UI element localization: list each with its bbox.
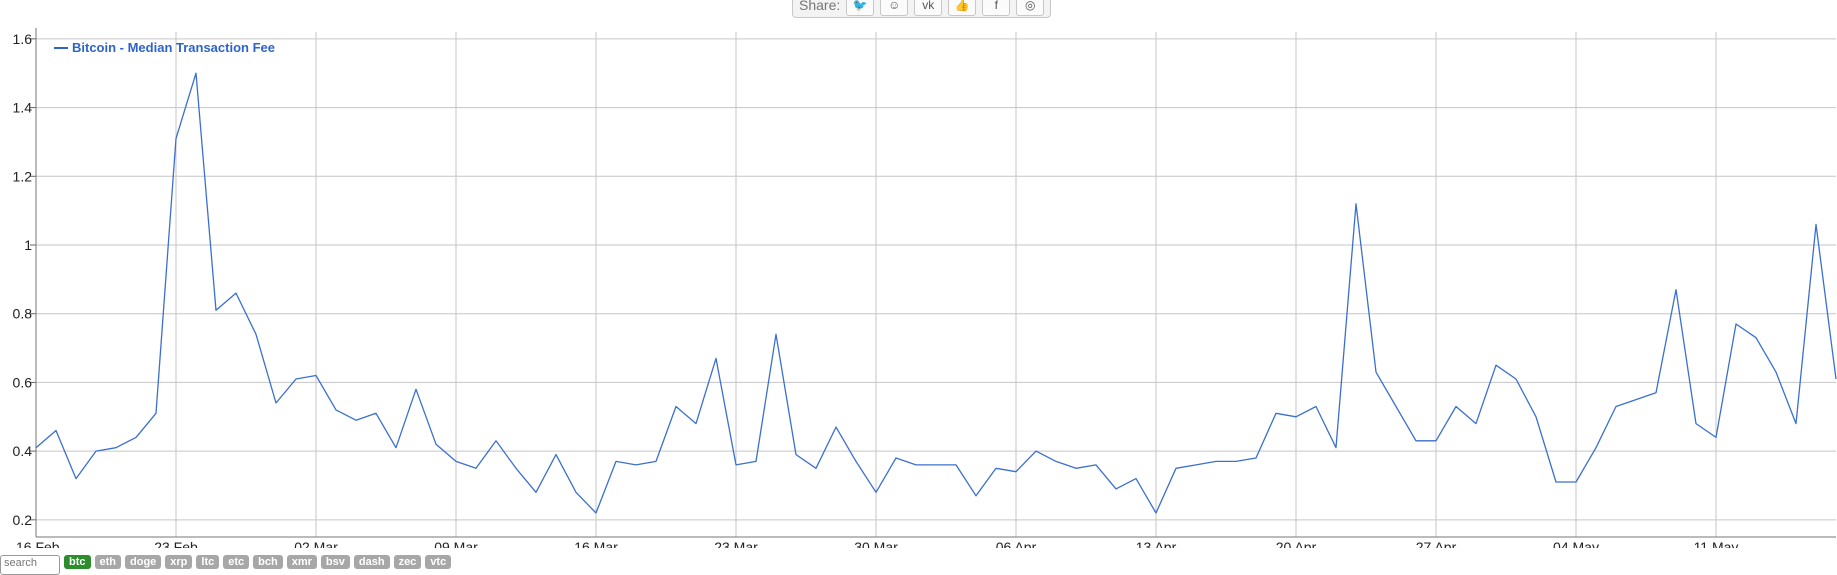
y-tick-label: 1 [24,237,32,253]
y-tick-label: 0.4 [13,443,33,459]
legend: Bitcoin - Median Transaction Fee [54,40,275,55]
x-tick-label: 23 Feb [154,539,198,548]
x-tick-label: 23 Mar [714,539,758,548]
x-tick-label: 11 May [1694,539,1739,548]
coin-tab-bsv[interactable]: bsv [320,555,350,569]
series-line-median-fee [35,72,1837,514]
coin-tab-dash[interactable]: dash [353,555,390,569]
y-tick-label: 0.8 [13,306,33,322]
fee-chart: 0.2 0.4 0.6 0.8 1 1.2 1.4 1.6 16 Feb 23 Feb 02 Mar… [13,28,1837,548]
x-tick-label: 16 Feb [16,539,60,548]
series-layer [35,72,1837,514]
coin-tab-btc[interactable]: btc [64,555,91,569]
coin-tab-eth[interactable]: eth [94,555,121,569]
x-tick-label: 20 Apr [1276,539,1317,548]
coin-tabs: search btc eth doge xrp ltc etc bch xmr … [0,555,452,575]
y-tick-label: 0.6 [13,374,33,390]
y-tick-label: 1.2 [13,168,33,184]
coin-tab-zec[interactable]: zec [393,555,422,569]
x-tick-label: 06 Apr [996,539,1037,548]
x-tick-label: 13 Apr [1136,539,1177,548]
coin-tab-etc[interactable]: etc [223,555,250,569]
coin-tab-vtc[interactable]: vtc [425,555,452,569]
search-input[interactable]: search [0,555,60,575]
x-tick-label: 27 Apr [1416,539,1457,548]
coin-tab-ltc[interactable]: ltc [196,555,220,569]
x-tick-label: 09 Mar [434,539,478,548]
y-tick-label: 1.4 [13,100,33,116]
coin-tab-xrp[interactable]: xrp [165,555,193,569]
coin-tab-doge[interactable]: doge [125,555,162,569]
x-tick-label: 30 Mar [854,539,898,548]
y-tick-label: 0.2 [13,512,33,528]
x-tick-label: 02 Mar [294,539,338,548]
x-tick-label: 04 May [1553,539,1599,548]
axes: 0.2 0.4 0.6 0.8 1 1.2 1.4 1.6 16 Feb 23 Feb 02 Mar… [13,28,1836,548]
legend-label: Bitcoin - Median Transaction Fee [72,40,275,55]
grid [35,32,1836,537]
y-tick-label: 1.6 [13,31,33,47]
x-tick-label: 16 Mar [574,539,618,548]
coin-tab-xmr[interactable]: xmr [286,555,317,569]
coin-tab-bch[interactable]: bch [253,555,283,569]
